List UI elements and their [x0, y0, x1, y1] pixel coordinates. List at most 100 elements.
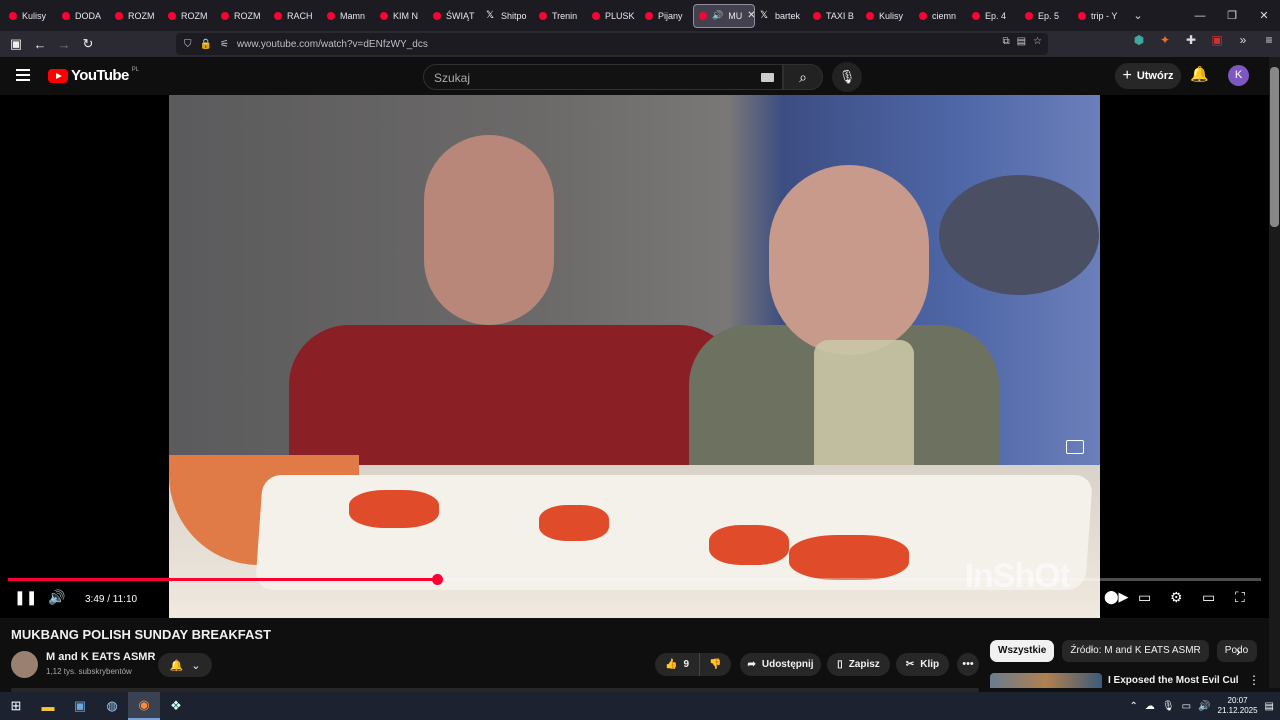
- pause-icon[interactable]: ❚❚: [14, 589, 37, 606]
- browser-tab[interactable]: ROZM: [110, 4, 163, 28]
- extension-icon[interactable]: ✦: [1154, 33, 1176, 47]
- firefox-icon[interactable]: ◉: [128, 692, 160, 720]
- close-window-icon[interactable]: ✕: [1248, 9, 1280, 22]
- file-explorer-icon[interactable]: ▬: [32, 692, 64, 720]
- page-scrollbar[interactable]: [1269, 57, 1280, 688]
- save-button[interactable]: ▯ Zapisz: [827, 653, 890, 676]
- browser-tab[interactable]: Mamn: [322, 4, 375, 28]
- video-player[interactable]: InShOt ❚❚ 🔊 3:49 / 11:10 ⬤▶ ▭ ⚙ ▭ ⛶: [0, 95, 1269, 618]
- url-bar[interactable]: ⛉ 🔒 ⚟ www.youtube.com/watch?v=dENfzWY_dc…: [176, 33, 1048, 55]
- browser-tab[interactable]: KIM N: [375, 4, 428, 28]
- browser-tab[interactable]: ciemn: [914, 4, 967, 28]
- speaker-tray-icon[interactable]: 🔊: [1198, 701, 1210, 712]
- clock[interactable]: 20:07 21.12.2025: [1218, 696, 1258, 716]
- chip-all[interactable]: Wszystkie: [990, 640, 1055, 662]
- account-avatar[interactable]: K: [1228, 65, 1249, 86]
- video-frame[interactable]: InShOt: [169, 95, 1100, 618]
- browser-tab[interactable]: PLUSK: [587, 4, 640, 28]
- speaker-icon[interactable]: 🔊: [712, 10, 723, 21]
- settings-gear-icon[interactable]: ⚙: [1170, 589, 1183, 606]
- progress-bar[interactable]: [8, 574, 1261, 585]
- close-tab-icon[interactable]: ✕: [747, 10, 754, 21]
- notifications-bell-icon[interactable]: 🔔: [1190, 65, 1209, 83]
- shield-icon[interactable]: ⛉: [184, 39, 192, 50]
- browser-tab[interactable]: Kulisy: [4, 4, 57, 28]
- search-button[interactable]: ⌕: [783, 64, 823, 90]
- reader-view-icon[interactable]: ▤: [1017, 36, 1026, 47]
- scrollbar-thumb[interactable]: [1270, 67, 1279, 227]
- browser-tab[interactable]: Pijany: [640, 4, 693, 28]
- bookmark-star-icon[interactable]: ☆: [1033, 36, 1042, 47]
- sidebar-toggle-icon[interactable]: ▣: [4, 36, 28, 52]
- list-all-tabs-icon[interactable]: ⌄: [1126, 9, 1150, 22]
- microphone-tray-icon[interactable]: 🎙: [1162, 701, 1175, 712]
- search-input[interactable]: Szukaj: [423, 64, 783, 90]
- adblock-extension-icon[interactable]: ▣: [1206, 33, 1228, 47]
- channel-name[interactable]: M and K EATS ASMR: [46, 651, 155, 663]
- miniplayer-icon[interactable]: [1066, 440, 1084, 454]
- browser-tab[interactable]: ŚWIĄT: [428, 4, 481, 28]
- create-button[interactable]: + Utwórz: [1115, 63, 1181, 89]
- reload-icon[interactable]: ↻: [76, 36, 100, 52]
- recommendation-menu-icon[interactable]: ⋮: [1248, 673, 1260, 687]
- extensions-puzzle-icon[interactable]: ✚: [1180, 33, 1202, 47]
- onedrive-icon[interactable]: ☁: [1145, 701, 1155, 712]
- browser-tab[interactable]: 𝕏bartek: [755, 4, 808, 28]
- dislike-button[interactable]: 👎: [699, 653, 731, 676]
- autoplay-toggle-icon[interactable]: ⬤▶: [1104, 589, 1129, 605]
- browser-tab-active[interactable]: 🔊 MU ✕: [693, 3, 755, 28]
- browser-tab[interactable]: trip - Y: [1073, 4, 1126, 28]
- restore-icon[interactable]: ❐: [1216, 9, 1248, 22]
- vpn-extension-icon[interactable]: ⬢: [1128, 33, 1150, 47]
- scrubber-handle[interactable]: [431, 574, 443, 585]
- tab-label: ŚWIĄT: [446, 10, 475, 21]
- tray-chevron-up-icon[interactable]: ⌃: [1130, 701, 1138, 712]
- recommendation-title[interactable]: I Exposed the Most Evil Cult in America: [1108, 674, 1238, 688]
- app-icon[interactable]: ❖: [160, 692, 192, 720]
- channel-avatar[interactable]: [11, 651, 38, 678]
- voice-search-button[interactable]: 🎙: [832, 62, 862, 92]
- youtube-logo[interactable]: YouTube PL: [48, 67, 139, 84]
- subscription-bell-button[interactable]: 🔔 ⌄: [158, 653, 212, 677]
- remote-desktop-icon[interactable]: ▣: [64, 692, 96, 720]
- browser-tab[interactable]: TAXI B: [808, 4, 861, 28]
- keyboard-icon[interactable]: [761, 73, 774, 82]
- subtitles-icon[interactable]: ▭: [1138, 589, 1151, 606]
- share-button[interactable]: ➦ Udostępnij: [740, 653, 821, 676]
- browser-tab[interactable]: Kulisy: [861, 4, 914, 28]
- create-label: Utwórz: [1136, 70, 1174, 82]
- browser-tab[interactable]: Ep. 4: [967, 4, 1020, 28]
- permissions-icon[interactable]: ⚟: [220, 39, 229, 50]
- picture-in-picture-icon[interactable]: ⧉: [1002, 36, 1009, 47]
- browser-tab[interactable]: Ep. 5: [1020, 4, 1073, 28]
- windows-start-icon[interactable]: ⊞: [0, 692, 32, 720]
- chip-source[interactable]: Źródło: M and K EATS ASMR: [1062, 640, 1209, 662]
- chevron-right-icon[interactable]: ›: [1236, 643, 1241, 659]
- recommendation-thumbnail[interactable]: [990, 673, 1102, 688]
- fullscreen-icon[interactable]: ⛶: [1235, 589, 1245, 606]
- back-icon[interactable]: ←: [28, 37, 52, 52]
- like-button[interactable]: 👍 9: [655, 653, 699, 676]
- app-menu-icon[interactable]: ≡: [1258, 33, 1280, 47]
- browser-tab[interactable]: RACH: [269, 4, 322, 28]
- theater-mode-icon[interactable]: ▭: [1202, 589, 1215, 606]
- hamburger-menu-icon[interactable]: [16, 69, 30, 81]
- youtube-icon: [115, 11, 123, 20]
- youtube-icon: [866, 11, 874, 20]
- browser-tab[interactable]: Trenin: [534, 4, 587, 28]
- browser-tab[interactable]: ROZM: [216, 4, 269, 28]
- lock-icon[interactable]: 🔒: [200, 39, 212, 50]
- overflow-chevron-icon[interactable]: »: [1232, 33, 1254, 47]
- more-actions-icon[interactable]: •••: [957, 653, 979, 676]
- volume-icon[interactable]: 🔊: [48, 589, 65, 606]
- steam-icon[interactable]: ◍: [96, 692, 128, 720]
- notifications-icon[interactable]: ▤: [1265, 701, 1274, 712]
- minimize-icon[interactable]: —: [1184, 10, 1216, 22]
- url-text[interactable]: www.youtube.com/watch?v=dENfzWY_dcs: [237, 39, 428, 50]
- browser-tab[interactable]: DODA: [57, 4, 110, 28]
- browser-tab[interactable]: ROZM: [163, 4, 216, 28]
- forward-icon[interactable]: →: [52, 37, 76, 52]
- network-icon[interactable]: ▭: [1182, 701, 1191, 712]
- clip-button[interactable]: ✂ Klip: [896, 653, 949, 676]
- browser-tab[interactable]: 𝕏 Shitpo: [481, 4, 534, 28]
